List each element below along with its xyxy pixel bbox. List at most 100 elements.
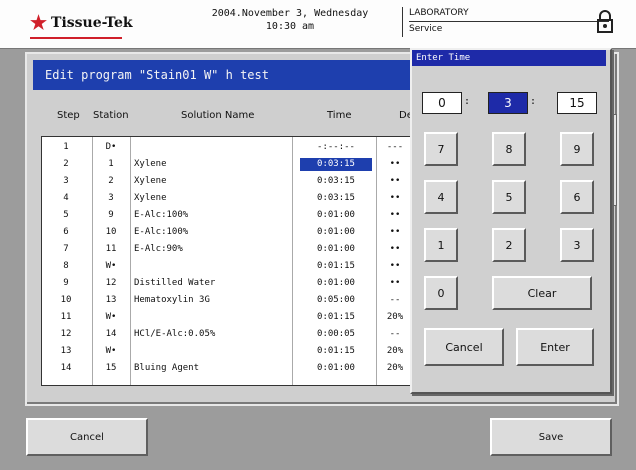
cancel-button[interactable]: Cancel <box>26 418 148 456</box>
logo: ★ Tissue-Tek <box>30 12 133 34</box>
del-cell: -- <box>389 295 401 305</box>
step-cell: 1 <box>63 142 69 152</box>
key-2[interactable]: 2 <box>492 228 526 262</box>
logo-text: Tissue-Tek <box>51 15 133 31</box>
solution-cell: E-Alc:100% <box>134 210 189 220</box>
key-5[interactable]: 5 <box>492 180 526 214</box>
station-cell: 11 <box>105 244 117 254</box>
lab-value: Service <box>409 24 443 34</box>
col-header-station: Station <box>93 110 129 121</box>
solution-cell: Distilled Water <box>134 278 216 288</box>
station-cell: W• <box>105 312 117 322</box>
del-cell: •• <box>389 261 401 271</box>
time-cell: 0:01:00 <box>317 227 355 237</box>
key-8[interactable]: 8 <box>492 132 526 166</box>
seconds-field[interactable]: 15 <box>557 92 597 114</box>
key-1[interactable]: 1 <box>424 228 458 262</box>
key-9[interactable]: 9 <box>560 132 594 166</box>
solution-cell: HCl/E-Alc:0.05% <box>134 329 216 339</box>
solution-cell: E-Alc:100% <box>134 227 189 237</box>
station-cell: 14 <box>105 329 117 339</box>
key-3[interactable]: 3 <box>560 228 594 262</box>
time-cell: 0:01:15 <box>317 261 355 271</box>
hours-field[interactable]: 0 <box>422 92 462 114</box>
station-cell: 1 <box>108 159 114 169</box>
station-cell: 3 <box>108 193 114 203</box>
solution-cell: Hematoxylin 3G <box>134 295 210 305</box>
del-cell: •• <box>389 176 401 186</box>
top-bar: ★ Tissue-Tek 2004.November 3, Wednesday … <box>0 0 636 49</box>
station-cell: 9 <box>108 210 114 220</box>
solution-cell: E-Alc:90% <box>134 244 183 254</box>
step-cell: 12 <box>60 329 72 339</box>
time-cell: 0:03:15 <box>317 193 355 203</box>
station-cell: 12 <box>105 278 117 288</box>
lab-label: LABORATORY <box>409 8 469 18</box>
time-cell: 0:00:05 <box>317 329 355 339</box>
station-cell: 13 <box>105 295 117 305</box>
key-4[interactable]: 4 <box>424 180 458 214</box>
station-cell: W• <box>105 346 117 356</box>
step-cell: 5 <box>63 210 69 220</box>
step-cell: 8 <box>63 261 69 271</box>
solution-cell: Bluing Agent <box>134 363 200 373</box>
step-cell: 11 <box>60 312 72 322</box>
step-cell: 2 <box>63 159 69 169</box>
time-line: 10:30 am <box>265 21 315 32</box>
key-7[interactable]: 7 <box>424 132 458 166</box>
lock-icon[interactable] <box>596 10 614 34</box>
time-cell: 0:01:00 <box>317 244 355 254</box>
time-cell: 0:03:15 <box>317 176 355 186</box>
time-cell: 0:01:00 <box>317 278 355 288</box>
time-cell: 0:01:15 <box>317 346 355 356</box>
col-header-step: Step <box>57 110 80 121</box>
save-button[interactable]: Save <box>490 418 612 456</box>
step-cell: 7 <box>63 244 69 254</box>
time-cell: -:--:-- <box>317 142 355 152</box>
time-cell: 0:03:15 <box>300 158 372 171</box>
step-cell: 13 <box>60 346 72 356</box>
del-cell: 20% <box>386 312 404 322</box>
time-cell: 0:01:00 <box>317 210 355 220</box>
minutes-field[interactable]: 3 <box>488 92 528 114</box>
time-cell: 0:05:00 <box>317 295 355 305</box>
station-cell: 10 <box>105 227 117 237</box>
del-cell: •• <box>389 159 401 169</box>
step-cell: 6 <box>63 227 69 237</box>
solution-cell: Xylene <box>134 176 167 186</box>
del-cell: --- <box>386 142 404 152</box>
del-cell: -- <box>389 329 401 339</box>
station-cell: 2 <box>108 176 114 186</box>
del-cell: •• <box>389 210 401 220</box>
del-cell: 20% <box>386 363 404 373</box>
station-cell: D• <box>105 142 117 152</box>
dialog-title: Enter Time <box>412 50 606 66</box>
clear-button[interactable]: Clear <box>492 276 592 310</box>
del-cell: •• <box>389 193 401 203</box>
lab-info: LABORATORY Service <box>402 7 609 37</box>
del-cell: •• <box>389 278 401 288</box>
station-cell: W• <box>105 261 117 271</box>
key-6[interactable]: 6 <box>560 180 594 214</box>
del-cell: 20% <box>386 346 404 356</box>
col-header-solution: Solution Name <box>181 110 255 121</box>
station-cell: 15 <box>105 363 117 373</box>
time-cell: 0:01:15 <box>317 312 355 322</box>
step-cell: 4 <box>63 193 69 203</box>
key-0[interactable]: 0 <box>424 276 458 310</box>
footer: Cancel Save <box>0 408 636 470</box>
del-cell: •• <box>389 227 401 237</box>
datetime: 2004.November 3, Wednesday 10:30 am <box>200 7 380 33</box>
dialog-enter-button[interactable]: Enter <box>516 328 594 366</box>
date-line: 2004.November 3, Wednesday <box>211 8 369 19</box>
step-cell: 10 <box>60 295 72 305</box>
time-cell: 0:01:00 <box>317 363 355 373</box>
step-cell: 9 <box>63 278 69 288</box>
col-header-time: Time <box>327 110 352 121</box>
step-cell: 3 <box>63 176 69 186</box>
solution-cell: Xylene <box>134 193 167 203</box>
dialog-cancel-button[interactable]: Cancel <box>424 328 504 366</box>
step-cell: 14 <box>60 363 72 373</box>
enter-time-dialog: Enter Time 0 : 3 : 15 7 8 9 4 5 6 1 2 3 … <box>410 48 612 394</box>
logo-underline <box>30 37 122 39</box>
